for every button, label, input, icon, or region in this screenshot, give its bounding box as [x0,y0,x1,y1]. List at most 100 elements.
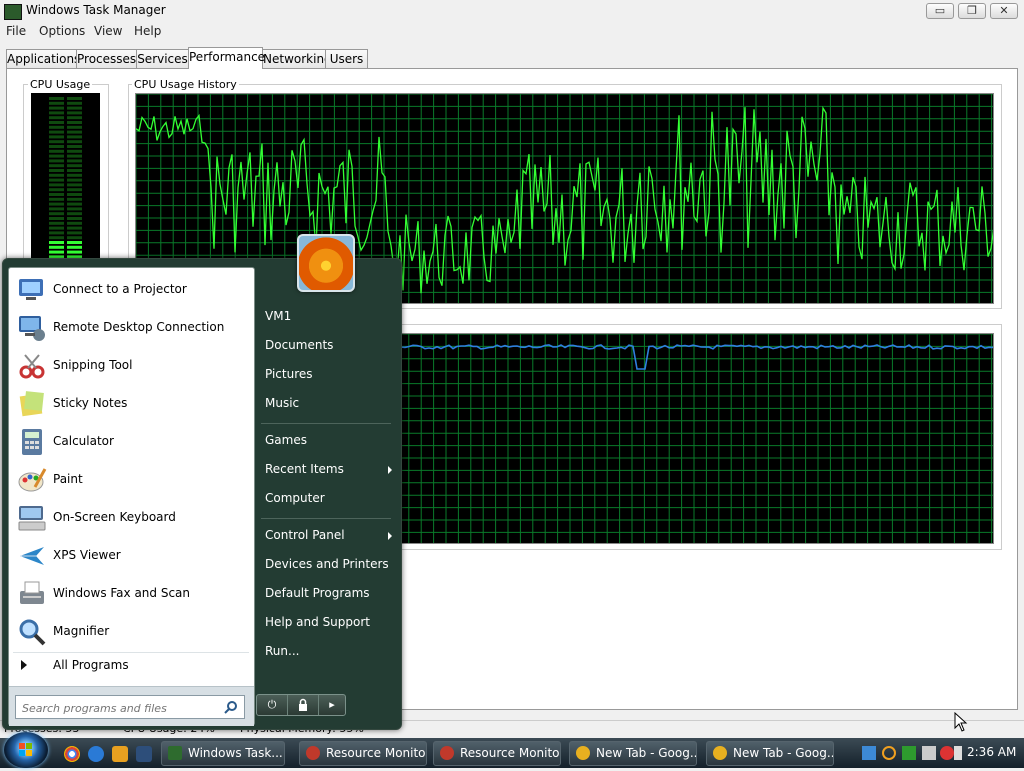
tab-networking[interactable]: Networking [262,49,332,68]
taskbar-button-label: New Tab - Goog... [733,746,834,760]
remote-desktop-icon [17,313,47,343]
start-item-devices-printers[interactable]: Devices and Printers [265,557,389,571]
start-item-help-support[interactable]: Help and Support [265,615,370,629]
task-manager-icon [168,746,182,760]
close-button[interactable]: ✕ [990,3,1018,19]
start-item-documents[interactable]: Documents [265,338,333,352]
volume-icon[interactable] [954,746,962,760]
task-manager-tray-icon[interactable] [902,746,916,760]
start-item-pictures[interactable]: Pictures [265,367,313,381]
windows-logo-icon [19,743,32,756]
all-programs-button[interactable]: All Programs [13,654,249,678]
chrome-icon [713,746,727,760]
arrow-right-icon [21,660,27,670]
magnifier-icon [17,617,47,647]
program-on-screen-keyboard[interactable]: On-Screen Keyboard [13,500,249,536]
fax-icon [17,579,47,609]
program-connect-projector[interactable]: Connect to a Projector [13,272,249,308]
search-icon[interactable] [224,700,238,714]
cpu-meter-svg [49,97,82,259]
taskbar-button-label: New Tab - Goog... [596,746,697,760]
power-buttons: ⏻ ▸ [256,694,346,716]
chrome-icon[interactable] [64,746,80,762]
title-bar: Windows Task Manager ▭ ❐ ✕ [0,0,1024,22]
taskbar-button-task-manager[interactable]: Windows Task... [161,741,285,766]
start-item-music[interactable]: Music [265,396,299,410]
start-menu: Connect to a Projector Remote Desktop Co… [2,258,402,730]
taskbar-button-resource-monitor-1[interactable]: Resource Monitor [299,741,427,766]
taskbar-button-chrome-2[interactable]: New Tab - Goog... [706,741,834,766]
program-label: XPS Viewer [53,548,121,562]
tab-performance[interactable]: Performance [188,47,265,69]
media-player-icon[interactable] [112,746,128,762]
start-item-run[interactable]: Run... [265,644,299,658]
taskbar-button-resource-monitor-2[interactable]: Resource Monitor [433,741,561,766]
tab-users[interactable]: Users [325,49,368,68]
program-label: Connect to a Projector [53,282,187,296]
sticky-note-icon [17,389,47,419]
resource-monitor-icon [440,746,454,760]
start-item-user[interactable]: VM1 [265,309,291,323]
taskbar-button-chrome-1[interactable]: New Tab - Goog... [569,741,697,766]
lock-icon[interactable] [288,695,319,715]
window-title: Windows Task Manager [26,3,166,17]
program-label: Calculator [53,434,114,448]
scissors-icon [17,351,47,381]
tab-processes[interactable]: Processes [76,49,137,68]
program-label: Paint [53,472,83,486]
program-calculator[interactable]: Calculator [13,424,249,460]
maximize-button[interactable]: ❐ [958,3,986,19]
paint-icon [17,465,47,495]
menu-view[interactable]: View [94,24,122,38]
program-label: Magnifier [53,624,110,638]
menu-bar: File Options View Help [0,23,1024,41]
all-programs-label: All Programs [53,658,129,672]
network-tray-icon[interactable] [862,746,876,760]
program-magnifier[interactable]: Magnifier [13,614,249,650]
xps-icon [17,541,47,571]
start-item-computer[interactable]: Computer [265,491,325,505]
program-fax-scan[interactable]: Windows Fax and Scan [13,576,249,612]
mouse-cursor-icon [954,712,968,732]
tab-services[interactable]: Services [136,49,189,68]
search-box[interactable] [15,695,245,719]
user-picture-avatar[interactable] [297,234,355,292]
menu-file[interactable]: File [6,24,26,38]
program-snipping-tool[interactable]: Snipping Tool [13,348,249,384]
divider [261,423,391,424]
network-error-icon[interactable] [940,746,954,760]
power-icon[interactable]: ⏻ [257,695,288,715]
search-area [9,686,254,726]
menu-options[interactable]: Options [39,24,85,38]
program-label: Sticky Notes [53,396,128,410]
clock[interactable]: 2:36 AM [967,745,1016,759]
menu-help[interactable]: Help [134,24,161,38]
tab-applications[interactable]: Applications [6,49,80,68]
calculator-icon [17,427,47,457]
program-label: Remote Desktop Connection [53,320,225,334]
start-button[interactable] [4,732,48,768]
show-desktop-icon[interactable] [136,746,152,762]
projector-icon [17,275,47,305]
start-item-games[interactable]: Games [265,433,307,447]
taskbar-button-label: Windows Task... [188,746,283,760]
search-tray-icon[interactable] [882,746,896,760]
start-item-control-panel[interactable]: Control Panel [265,528,345,542]
program-remote-desktop[interactable]: Remote Desktop Connection [13,310,249,346]
divider [13,652,249,653]
program-sticky-notes[interactable]: Sticky Notes [13,386,249,422]
taskbar-button-label: Resource Monitor [326,746,427,760]
internet-explorer-icon[interactable] [88,746,104,762]
task-manager-icon [4,4,22,20]
program-label: Windows Fax and Scan [53,586,191,600]
start-item-default-programs[interactable]: Default Programs [265,586,370,600]
action-center-icon[interactable] [922,746,936,760]
program-xps-viewer[interactable]: XPS Viewer [13,538,249,574]
shutdown-options-arrow-icon[interactable]: ▸ [319,695,345,715]
cpu-usage-meter [31,93,100,263]
program-label: Snipping Tool [53,358,133,372]
search-input[interactable] [20,698,220,718]
minimize-button[interactable]: ▭ [926,3,954,19]
start-item-recent-items[interactable]: Recent Items [265,462,344,476]
program-paint[interactable]: Paint [13,462,249,498]
